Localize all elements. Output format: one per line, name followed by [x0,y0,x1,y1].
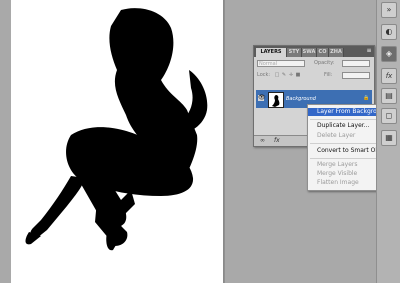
tab-styles[interactable]: STY [287,48,302,57]
lock-transparent-icon[interactable]: □ [274,72,280,78]
history-icon[interactable]: ▦ [381,130,397,146]
layers-icon[interactable]: ◈ [381,46,397,62]
fx-icon[interactable]: fx [274,137,280,145]
link-icon[interactable]: ∞ [260,137,265,145]
opacity-field[interactable] [342,60,370,67]
lock-position-icon[interactable]: ✛ [288,72,294,78]
layer-thumbnail [268,92,284,108]
panel-menu-icon[interactable]: ≡ [365,47,373,55]
document-canvas[interactable] [11,0,224,283]
layer-name[interactable]: Background [286,95,316,103]
layer-lock-icon: 🔒 [363,95,370,101]
paths-icon[interactable]: ◻ [381,108,397,124]
silhouette-image [25,8,208,251]
fill-label: Fill: [324,72,333,78]
thumbnail-silhouette-icon [272,95,280,107]
tab-swatches[interactable]: SWA [302,48,317,57]
lock-label: Lock: [257,72,271,78]
lock-all-icon[interactable]: ■ [295,72,301,78]
blend-mode-select[interactable]: Normal [257,60,305,67]
tab-other[interactable]: ZHA [329,48,344,57]
fill-field[interactable] [342,72,370,79]
tab-color[interactable]: CO [317,48,329,57]
tab-layers[interactable]: LAYERS [256,48,287,57]
fx-styles-icon[interactable]: fx [381,68,397,84]
opacity-label: Opacity: [314,60,335,66]
channels-icon[interactable]: ▤ [381,88,397,104]
lock-image-icon[interactable]: ✎ [281,72,287,78]
eye-icon[interactable]: 👁 [258,95,266,101]
color-icon[interactable]: ◐ [381,24,397,40]
double-arrow-icon[interactable]: » [381,2,397,18]
panel-dock: » ◐ ◈ fx ▤ ◻ ▦ [376,0,400,283]
panel-tab-bar: LAYERS STY SWA CO ZHA ≡ [254,46,374,57]
